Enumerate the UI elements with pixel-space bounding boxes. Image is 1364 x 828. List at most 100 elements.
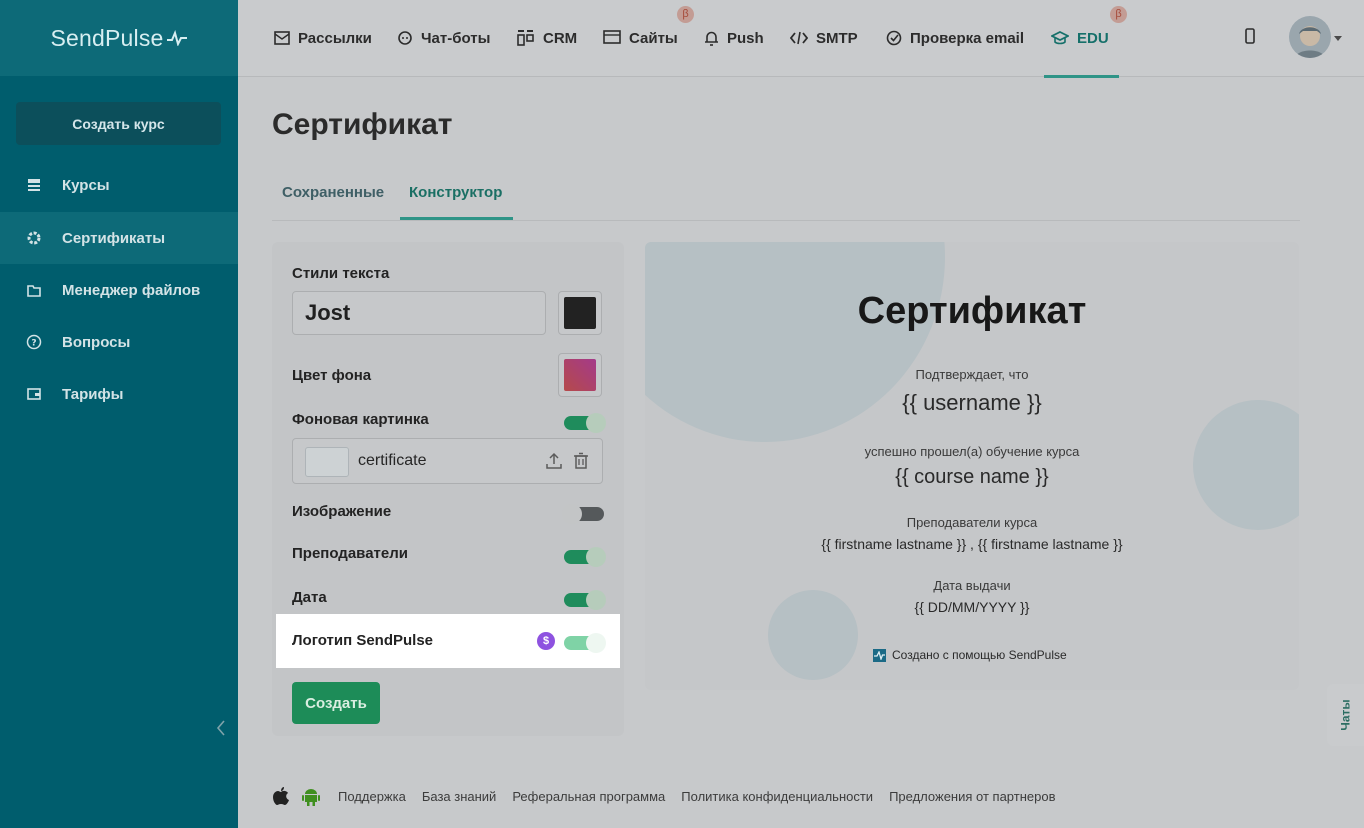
- brand-name: SendPulse: [50, 24, 164, 51]
- nav-push[interactable]: Push: [704, 0, 764, 76]
- made-with-sendpulse: Создано с помощью SendPulse: [873, 648, 1067, 662]
- certificate-title: Сертификат: [857, 290, 1087, 332]
- footer-link-support[interactable]: Поддержка: [338, 789, 406, 804]
- chevron-down-icon[interactable]: [1334, 36, 1342, 41]
- certificate-confirms: Подтверждает, что: [915, 367, 1029, 382]
- certificate-date-caption: Дата выдачи: [933, 578, 1011, 593]
- footer: Поддержка База знаний Реферальная програ…: [272, 786, 1071, 806]
- question-icon: ?: [25, 333, 43, 351]
- footer-link-privacy[interactable]: Политика конфиденциальности: [681, 789, 873, 804]
- nav-label: Сайты: [629, 29, 678, 47]
- image-toggle[interactable]: [562, 504, 604, 524]
- wallet-icon: [25, 385, 43, 403]
- toggle-knob: [586, 633, 606, 653]
- pulse-logo-icon: [166, 30, 187, 46]
- brand-logo[interactable]: SendPulse: [0, 0, 238, 76]
- nav-crm[interactable]: CRM: [517, 0, 577, 76]
- folder-icon: [25, 281, 43, 299]
- footer-link-knowledge-base[interactable]: База знаний: [422, 789, 497, 804]
- certificate-completed: успешно прошел(а) обучение курса: [864, 444, 1080, 459]
- text-color-picker[interactable]: [558, 291, 602, 335]
- sidebar-item-tariffs[interactable]: Тарифы: [0, 368, 238, 420]
- site-icon: [603, 30, 621, 44]
- code-icon: [790, 31, 808, 45]
- text-styles-label: Стили текста: [292, 265, 390, 282]
- text-color-swatch: [564, 297, 596, 329]
- bg-image-name: certificate: [358, 452, 427, 469]
- sidebar: SendPulse Создать курс Курсы Сертификаты…: [0, 0, 238, 828]
- tab-constructor[interactable]: Конструктор: [409, 184, 502, 201]
- bg-image-label: Фоновая картинка: [292, 411, 429, 428]
- bg-color-picker[interactable]: [558, 353, 602, 397]
- sidebar-item-certificates[interactable]: Сертификаты: [0, 212, 238, 264]
- apple-icon[interactable]: [272, 786, 290, 806]
- check-icon: [886, 30, 902, 46]
- certificate-teachers: {{ firstname lastname }} , {{ firstname …: [821, 536, 1123, 552]
- upload-icon[interactable]: [545, 452, 563, 470]
- chats-tab-label: Чаты: [1338, 699, 1353, 731]
- teachers-label: Преподаватели: [292, 545, 408, 562]
- toggle-knob: [586, 547, 606, 567]
- mail-icon: [274, 31, 290, 45]
- gear-icon: [25, 229, 43, 247]
- chats-tab[interactable]: Чаты: [1327, 684, 1364, 746]
- tabs-divider: [272, 220, 1300, 221]
- edu-beta-badge: β: [1110, 6, 1127, 23]
- nav-sites[interactable]: Сайты: [603, 0, 678, 76]
- svg-text:?: ?: [31, 339, 36, 349]
- sidebar-item-questions[interactable]: ? Вопросы: [0, 316, 238, 368]
- active-nav-indicator: [1044, 75, 1119, 78]
- bg-color-label: Цвет фона: [292, 367, 372, 384]
- crm-icon: [517, 30, 534, 46]
- nav-edu[interactable]: EDU: [1051, 0, 1109, 76]
- user-avatar-icon: [1289, 16, 1331, 58]
- nav-label: Проверка email: [910, 29, 1025, 47]
- toggle-knob: [586, 413, 606, 433]
- page-title: Сертификат: [272, 108, 453, 141]
- bg-image-toggle[interactable]: [564, 413, 606, 433]
- toggle-knob: [562, 504, 582, 524]
- date-toggle[interactable]: [564, 590, 606, 610]
- create-button[interactable]: Создать: [292, 682, 380, 724]
- certificate-teachers-caption: Преподаватели курса: [906, 515, 1038, 530]
- toggle-knob: [586, 590, 606, 610]
- sidebar-item-label: Курсы: [62, 176, 110, 194]
- nav-label: Чат-боты: [421, 29, 491, 47]
- collapse-sidebar-icon[interactable]: [214, 718, 228, 738]
- nav-email-verification[interactable]: Проверка email: [886, 0, 1024, 76]
- chat-icon: [398, 31, 412, 45]
- made-with-text: Создано с помощью SendPulse: [892, 648, 1067, 662]
- footer-link-partners[interactable]: Предложения от партнеров: [889, 789, 1055, 804]
- nav-mailings[interactable]: Рассылки: [274, 0, 372, 76]
- active-tab-indicator: [400, 217, 513, 220]
- bg-color-swatch: [564, 359, 596, 391]
- image-label: Изображение: [292, 503, 392, 520]
- sidebar-item-file-manager[interactable]: Менеджер файлов: [0, 264, 238, 316]
- avatar[interactable]: [1289, 16, 1331, 58]
- bg-image-file: certificate: [292, 438, 603, 484]
- certificate-username: {{ username }}: [902, 390, 1042, 415]
- sidebar-item-courses[interactable]: Курсы: [0, 159, 238, 211]
- tab-saved[interactable]: Сохраненные: [282, 184, 384, 201]
- bell-icon: [705, 31, 718, 46]
- trash-icon[interactable]: [573, 452, 589, 470]
- footer-link-referral[interactable]: Реферальная программа: [512, 789, 665, 804]
- paid-feature-badge: $: [537, 632, 555, 650]
- nav-label: Рассылки: [298, 29, 372, 47]
- font-select[interactable]: Jost: [292, 291, 546, 335]
- edu-icon: [1051, 30, 1069, 45]
- logo-toggle[interactable]: [564, 633, 606, 653]
- sidebar-item-label: Менеджер файлов: [62, 281, 201, 299]
- nav-label: EDU: [1077, 29, 1109, 47]
- mobile-icon[interactable]: [1244, 28, 1256, 44]
- nav-chatbots[interactable]: Чат-боты: [397, 0, 490, 76]
- teachers-toggle[interactable]: [564, 547, 606, 567]
- image-thumbnail: [305, 447, 349, 477]
- nav-label: SMTP: [816, 29, 858, 47]
- create-course-button[interactable]: Создать курс: [16, 102, 221, 145]
- android-icon[interactable]: [302, 786, 320, 806]
- nav-smtp[interactable]: SMTP: [790, 0, 858, 76]
- sidebar-item-label: Тарифы: [62, 385, 124, 403]
- top-navigation: Рассылки Чат-боты CRM Сайты β Push SMTP …: [238, 0, 1364, 78]
- date-label: Дата: [292, 589, 327, 606]
